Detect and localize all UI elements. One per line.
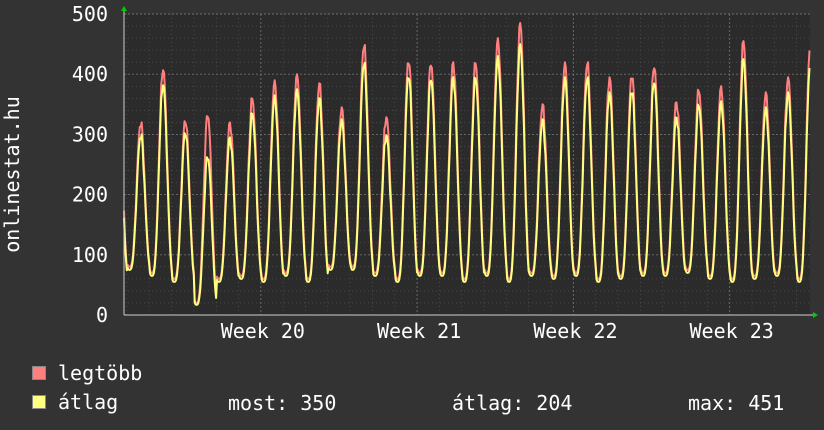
legend-label-max: legtöbb: [58, 361, 143, 385]
stat-average: átlag: 204: [452, 391, 573, 415]
y-tick-label: 0: [96, 303, 108, 327]
y-axis-title: onlinestat.hu: [0, 96, 24, 253]
y-tick-label: 300: [72, 122, 108, 146]
y-tick-label: 400: [72, 62, 108, 86]
legend-label-avg: átlag: [58, 390, 119, 414]
stat-now: most: 350: [228, 391, 337, 415]
x-tick-label: Week 20: [221, 319, 305, 343]
legend-swatch-avg: [32, 395, 46, 409]
x-axis-arrow-icon: [813, 312, 818, 318]
legend-item-max: legtöbb: [32, 361, 143, 385]
y-tick-label: 200: [72, 183, 108, 207]
y-tick-label: 500: [72, 2, 108, 26]
x-tick-label: Week 23: [689, 319, 773, 343]
x-tick-label: Week 21: [377, 319, 461, 343]
x-tick-label: Week 22: [533, 319, 617, 343]
stat-max: max: 451: [688, 391, 785, 415]
y-axis-arrow-icon: [121, 6, 127, 11]
chart: 0 100 200 300 400 500 Week 20 Week 21 Week 22 Wee…: [0, 2, 818, 343]
y-tick-label: 100: [72, 243, 108, 267]
legend-swatch-max: [32, 366, 46, 380]
legend-item-avg: átlag: [32, 390, 119, 414]
